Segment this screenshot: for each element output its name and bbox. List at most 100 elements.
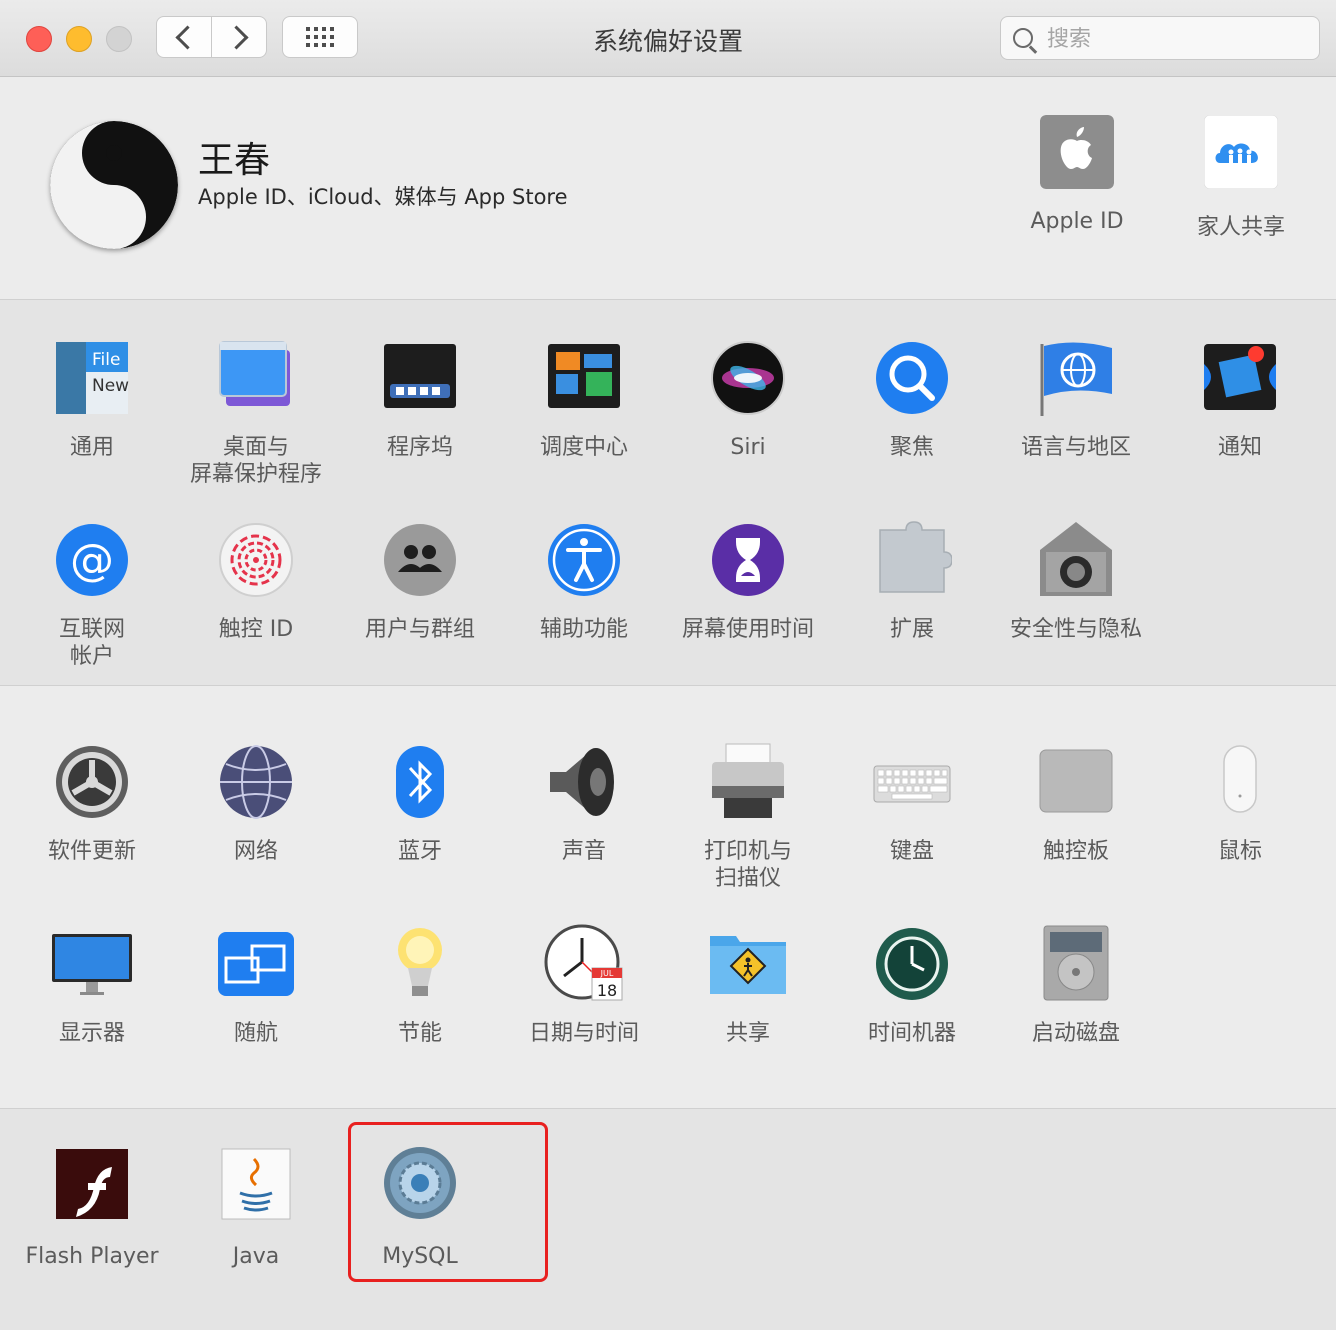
energy-saver-pane[interactable]: 节能 — [338, 924, 502, 1047]
apple-icon — [1040, 115, 1114, 189]
touch-id-pane[interactable]: 触控 ID — [174, 520, 338, 643]
security-icon — [1040, 522, 1112, 596]
trackpad-pane[interactable]: 触控板 — [994, 742, 1158, 865]
internet-accounts-pane[interactable]: @ 互联网 帐户 — [10, 520, 174, 670]
bluetooth-pane[interactable]: 蓝牙 — [338, 742, 502, 865]
keyboard-icon — [873, 765, 951, 803]
hardware-prefs-section: 软件更新 网络 蓝牙 声音 打印机与 扫描仪 键盘 触控板 鼠标 显示器 随航 … — [0, 686, 1336, 1109]
family-sharing-pane[interactable]: 家人共享 — [1166, 114, 1316, 241]
desktop-label: 桌面与 屏幕保护程序 — [189, 435, 322, 487]
spotlight-label: 聚焦 — [889, 435, 934, 460]
printers-label: 打印机与 扫描仪 — [703, 839, 792, 891]
grid-icon — [306, 27, 334, 47]
minimize-button[interactable] — [66, 26, 92, 52]
siri-label: Siri — [730, 435, 766, 460]
users-groups-pane[interactable]: 用户与群组 — [338, 520, 502, 643]
third-party-prefs-section: Flash Player Java MySQL — [0, 1109, 1336, 1330]
dock-icon — [384, 344, 456, 408]
sharing-pane[interactable]: 共享 — [666, 924, 830, 1047]
family-sharing-label: 家人共享 — [1196, 215, 1285, 240]
sound-pane[interactable]: 声音 — [502, 742, 666, 865]
mouse-pane[interactable]: 鼠标 — [1158, 742, 1322, 865]
keyboard-label: 键盘 — [889, 839, 934, 864]
forward-button[interactable] — [211, 16, 267, 58]
energy-saver-icon — [398, 928, 442, 996]
mouse-label: 鼠标 — [1217, 839, 1262, 864]
trackpad-label: 触控板 — [1042, 839, 1109, 864]
sidecar-icon — [218, 932, 294, 996]
startup-disk-icon — [1043, 925, 1109, 1001]
language-label: 语言与地区 — [1020, 435, 1131, 460]
network-icon — [220, 745, 292, 819]
trackpad-icon — [1039, 749, 1113, 813]
network-pane[interactable]: 网络 — [174, 742, 338, 865]
touch-id-icon — [219, 523, 293, 597]
network-label: 网络 — [233, 839, 278, 864]
search-input[interactable] — [1045, 23, 1309, 55]
close-button[interactable] — [26, 26, 52, 52]
security-privacy-pane[interactable]: 安全性与隐私 — [994, 520, 1158, 643]
time-machine-icon — [876, 928, 948, 1000]
flash-player-icon — [56, 1149, 128, 1219]
desktop-screensaver-pane[interactable]: 桌面与 屏幕保护程序 — [174, 338, 338, 488]
extensions-pane[interactable]: 扩展 — [830, 520, 994, 643]
display-icon — [52, 934, 132, 995]
users-groups-icon — [384, 524, 456, 596]
displays-pane[interactable]: 显示器 — [10, 924, 174, 1047]
general-pane[interactable]: File New 通用 — [10, 338, 174, 461]
siri-icon — [711, 341, 785, 415]
internet-accounts-label: 互联网 帐户 — [58, 617, 125, 669]
software-update-pane[interactable]: 软件更新 — [10, 742, 174, 865]
bluetooth-label: 蓝牙 — [397, 839, 442, 864]
avatar[interactable] — [50, 121, 178, 249]
svg-text:File: File — [92, 350, 120, 370]
system-preferences-window: 系统偏好设置 王春 Apple ID、iCloud、媒体与 App Store … — [0, 0, 1336, 1330]
user-name: 王春 — [198, 140, 271, 181]
title-bar: 系统偏好设置 — [0, 0, 1336, 77]
java-label: Java — [232, 1244, 280, 1269]
date-time-label: 日期与时间 — [528, 1021, 639, 1046]
sharing-icon — [710, 936, 786, 994]
java-pane[interactable]: Java — [174, 1147, 338, 1270]
accessibility-pane[interactable]: 辅助功能 — [502, 520, 666, 643]
desktop-icon — [219, 341, 290, 406]
screen-time-icon — [712, 524, 784, 596]
users-groups-label: 用户与群组 — [364, 617, 475, 642]
dock-pane[interactable]: 程序坞 — [338, 338, 502, 461]
apple-id-pane[interactable]: Apple ID — [1002, 115, 1152, 234]
sidecar-pane[interactable]: 随航 — [174, 924, 338, 1047]
screen-time-pane[interactable]: 屏幕使用时间 — [666, 520, 830, 643]
date-time-pane[interactable]: JUL 18 日期与时间 — [502, 924, 666, 1047]
back-button[interactable] — [156, 16, 212, 58]
personal-prefs-section: File New 通用 桌面与 屏幕保护程序 程序坞 调度中心 Siri 聚焦 … — [0, 300, 1336, 686]
language-region-pane[interactable]: 语言与地区 — [994, 338, 1158, 461]
sound-label: 声音 — [561, 839, 606, 864]
show-all-button[interactable] — [282, 16, 358, 58]
sidecar-label: 随航 — [233, 1021, 278, 1046]
notifications-label: 通知 — [1217, 435, 1262, 460]
displays-label: 显示器 — [58, 1021, 125, 1046]
account-subtitle: Apple ID、iCloud、媒体与 App Store — [198, 185, 568, 209]
chevron-right-icon — [223, 24, 249, 50]
printer-icon — [712, 743, 784, 818]
search-field[interactable] — [1000, 16, 1320, 60]
dock-label: 程序坞 — [386, 435, 453, 460]
notifications-icon — [1204, 344, 1276, 410]
keyboard-pane[interactable]: 键盘 — [830, 742, 994, 865]
spotlight-pane[interactable]: 聚焦 — [830, 338, 994, 461]
calendar-month: JUL — [600, 969, 614, 978]
zoom-button[interactable] — [106, 26, 132, 52]
time-machine-label: 时间机器 — [867, 1021, 956, 1046]
touch-id-label: 触控 ID — [218, 617, 294, 642]
printers-scanners-pane[interactable]: 打印机与 扫描仪 — [666, 742, 830, 892]
startup-disk-pane[interactable]: 启动磁盘 — [994, 924, 1158, 1047]
time-machine-pane[interactable]: 时间机器 — [830, 924, 994, 1047]
siri-pane[interactable]: Siri — [666, 338, 830, 461]
mouse-icon — [1223, 745, 1257, 813]
mission-control-pane[interactable]: 调度中心 — [502, 338, 666, 461]
flash-player-pane[interactable]: Flash Player — [10, 1147, 174, 1270]
apple-id-label: Apple ID — [1030, 209, 1124, 234]
svg-text:New: New — [92, 376, 129, 396]
notifications-pane[interactable]: 通知 — [1158, 338, 1322, 461]
mission-control-icon — [548, 344, 620, 408]
